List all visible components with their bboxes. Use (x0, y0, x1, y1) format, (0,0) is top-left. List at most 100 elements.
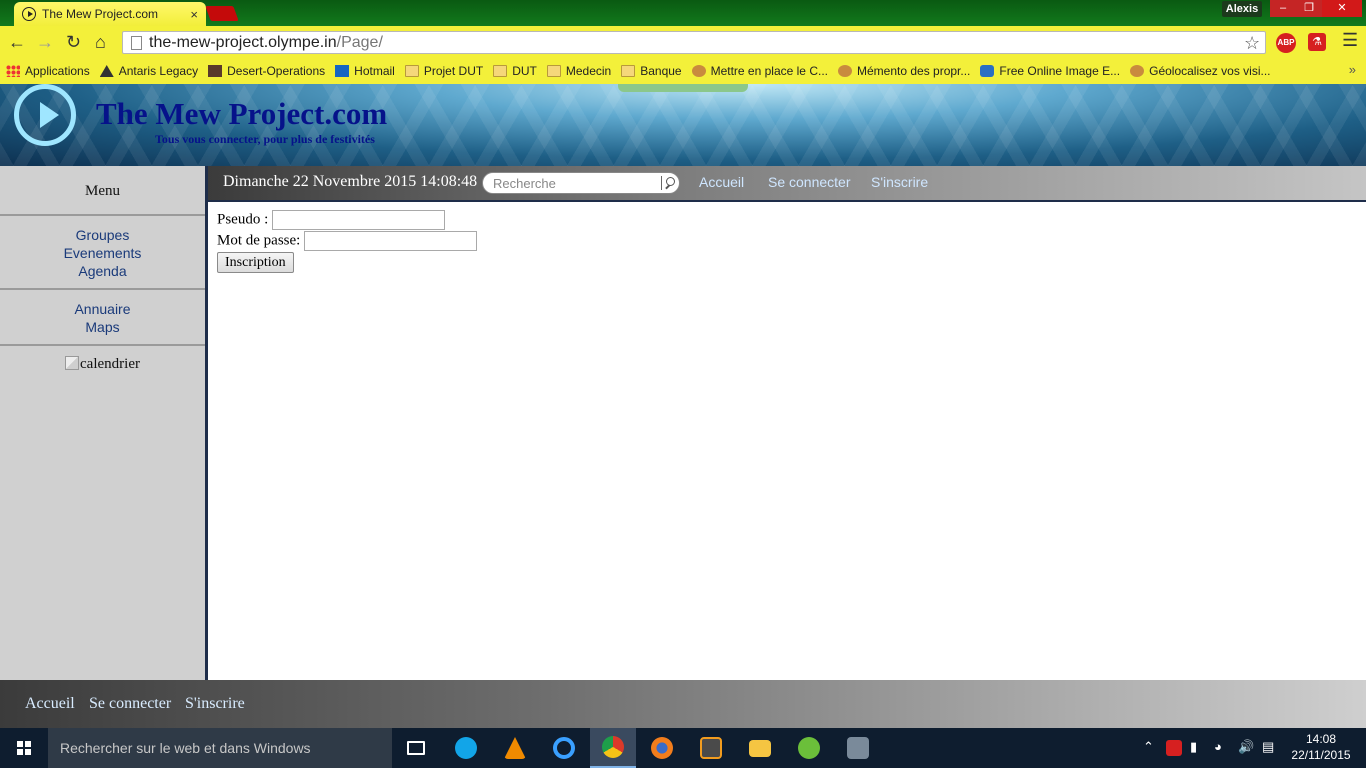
apps-grid-icon (6, 65, 20, 77)
start-button[interactable] (0, 728, 48, 768)
sidebar-item-groupes[interactable]: Groupes (0, 226, 205, 244)
bookmark-banque[interactable]: Banque (621, 64, 682, 78)
cookie-icon (837, 65, 852, 77)
broken-image-icon (65, 356, 80, 370)
profile-button[interactable]: Alexis (1222, 1, 1262, 17)
pseudo-row: Pseudo : (217, 210, 446, 230)
chrome-icon[interactable] (590, 728, 636, 768)
network-tool-icon[interactable] (843, 732, 873, 764)
power-icon[interactable]: ▮ (1190, 739, 1197, 755)
folder-icon (404, 65, 419, 77)
top-navigation-bar: Dimanche 22 Novembre 2015 14:08:48 Accue… (208, 166, 1366, 200)
windows-logo-icon (17, 741, 31, 755)
wifi-icon[interactable]: ◕ (1214, 739, 1222, 754)
search-box (482, 172, 680, 194)
tray-chevron-icon[interactable]: ⌃ (1143, 739, 1154, 755)
address-bar[interactable]: the-mew-project.olympe.in/Page/ (122, 31, 1266, 54)
bookmark-antaris-legacy[interactable]: Antaris Legacy (99, 64, 198, 78)
desert-icon (208, 65, 223, 77)
folder-icon (546, 65, 561, 77)
close-window-button[interactable]: ✕ (1322, 0, 1362, 17)
calendar-image: calendrier (0, 346, 205, 373)
taskbar-search[interactable]: Rechercher sur le web et dans Windows (48, 728, 392, 768)
forward-arrow-icon[interactable]: → (36, 31, 54, 53)
bookmark-medecin[interactable]: Medecin (546, 64, 611, 78)
bookmark-star-icon[interactable]: ☆ (1244, 33, 1260, 54)
sidebar-menu: Menu Groupes Evenements Agenda Annuaire … (0, 166, 205, 680)
clock-date: 22/11/2015 (1291, 748, 1351, 762)
bookmark-free-online-image[interactable]: Free Online Image E... (980, 64, 1120, 78)
site-header-banner: The Mew Project.com Tous vous connecter,… (0, 84, 1366, 166)
bookmark-hotmail[interactable]: Hotmail (335, 64, 395, 78)
clock-time: 14:08 (1305, 732, 1337, 746)
sidebar-item-maps[interactable]: Maps (0, 318, 205, 336)
sidebar-group-directory: Annuaire Maps (0, 290, 205, 346)
play-logo-icon[interactable] (14, 84, 76, 146)
minimize-button[interactable]: – (1270, 0, 1296, 17)
volume-icon[interactable]: 🔊 (1238, 739, 1254, 755)
bookmark-applications[interactable]: Applications (6, 64, 90, 78)
nav-link-s-inscrire[interactable]: S'inscrire (871, 174, 928, 190)
vlc-icon[interactable] (500, 732, 530, 764)
browser-titlebar: The Mew Project.com × Alexis – ❐ ✕ (0, 0, 1366, 26)
footer-link-accueil[interactable]: Accueil (25, 695, 75, 713)
new-tab-button[interactable] (205, 6, 239, 21)
play-favicon-icon (22, 7, 36, 21)
sidebar-group-community: Groupes Evenements Agenda (0, 216, 205, 290)
adblock-plus-icon[interactable]: ABP (1276, 33, 1296, 53)
bookmark-dut[interactable]: DUT (493, 64, 537, 78)
pseudo-label: Pseudo : (217, 211, 269, 228)
search-icon[interactable] (661, 176, 675, 190)
bookmark-geolocalisez[interactable]: Géolocalisez vos visi... (1130, 64, 1271, 78)
nav-link-accueil[interactable]: Accueil (699, 174, 744, 190)
current-datetime: Dimanche 22 Novembre 2015 14:08:48 (223, 173, 478, 190)
sidebar-item-agenda[interactable]: Agenda (0, 262, 205, 280)
utorrent-icon[interactable] (794, 732, 824, 764)
password-row: Mot de passe: (217, 231, 478, 251)
password-input[interactable] (304, 231, 478, 251)
firefox-icon[interactable] (647, 732, 677, 764)
tab-close-icon[interactable]: × (190, 7, 198, 22)
maximize-button[interactable]: ❐ (1296, 0, 1322, 17)
edge-icon[interactable] (549, 732, 579, 764)
tab-title: The Mew Project.com (42, 7, 159, 21)
bookmarks-bar: Applications Antaris Legacy Desert-Opera… (0, 58, 1366, 84)
bookmark-desert-operations[interactable]: Desert-Operations (208, 64, 325, 78)
footer-link-se-connecter[interactable]: Se connecter (89, 695, 171, 713)
header-decoration (618, 84, 748, 92)
sublime-text-icon[interactable] (696, 732, 726, 764)
bookmark-memento[interactable]: Mémento des propr... (837, 64, 970, 78)
url-path: /Page/ (336, 34, 383, 51)
sidebar-title: Menu (0, 166, 205, 216)
skype-icon[interactable] (451, 732, 481, 764)
url-host: the-mew-project.olympe.in (149, 34, 337, 51)
bookmark-projet-dut[interactable]: Projet DUT (404, 64, 483, 78)
bookmarks-overflow-icon[interactable]: » (1349, 62, 1356, 77)
acrobat-tray-icon[interactable] (1166, 740, 1182, 756)
bookmark-mettre-en-place[interactable]: Mettre en place le C... (691, 64, 828, 78)
site-footer: Accueil Se connecter S'inscrire (0, 680, 1366, 728)
site-title[interactable]: The Mew Project.com (96, 96, 387, 132)
cookie-icon (1130, 65, 1145, 77)
sidebar-item-annuaire[interactable]: Annuaire (0, 300, 205, 318)
nav-link-se-connecter[interactable]: Se connecter (768, 174, 851, 190)
notifications-icon[interactable]: ▤ (1262, 739, 1274, 755)
taskbar-clock[interactable]: 14:08 22/11/2015 (1285, 731, 1357, 763)
file-explorer-icon[interactable] (745, 732, 775, 764)
search-input[interactable] (493, 175, 659, 191)
task-view-icon[interactable] (401, 732, 431, 764)
browser-tab-active[interactable]: The Mew Project.com × (14, 2, 206, 26)
antaris-icon (99, 65, 114, 77)
home-icon[interactable]: ⌂ (95, 31, 106, 53)
chrome-menu-icon[interactable]: ☰ (1342, 30, 1358, 51)
inscription-button[interactable]: Inscription (217, 252, 294, 273)
reload-icon[interactable]: ↻ (66, 31, 81, 53)
acrobat-extension-icon[interactable]: ⚗ (1308, 33, 1326, 51)
folder-icon (493, 65, 508, 77)
outlook-icon (335, 65, 350, 77)
sidebar-item-evenements[interactable]: Evenements (0, 244, 205, 262)
pseudo-input[interactable] (272, 210, 446, 230)
back-arrow-icon[interactable]: ← (8, 31, 26, 53)
image-editor-icon (980, 65, 995, 77)
footer-link-s-inscrire[interactable]: S'inscrire (185, 695, 245, 713)
